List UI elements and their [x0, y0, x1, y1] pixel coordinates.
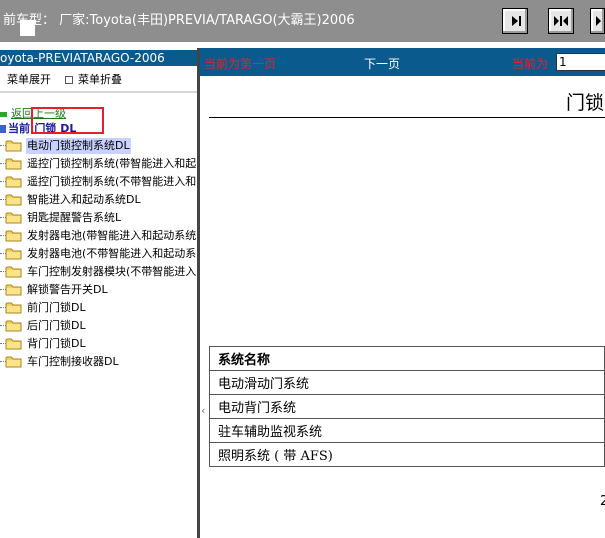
folder-icon [5, 338, 22, 350]
title-rule [209, 117, 605, 118]
tree-item[interactable]: 电动门锁控制系统DL [0, 137, 197, 155]
expand-menu-button[interactable]: 菜单展开 [7, 73, 51, 86]
tree-item-label: 遥控门锁控制系统(带智能进入和起 [27, 157, 197, 170]
tree-item-label: 车门控制发射器模块(不带智能进入 [27, 265, 197, 278]
tree-item[interactable]: 车门控制接收器DL [0, 353, 197, 371]
folder-icon [5, 212, 22, 224]
table-row[interactable]: 电动滑动门系统 [209, 370, 605, 395]
page-nav-bar: 当前为第一页 下一页 当前为 1 [200, 48, 605, 76]
folder-icon [5, 176, 22, 188]
model-title: oyota-PREVIATARAGO-2006 [0, 50, 197, 66]
last-page-button[interactable] [590, 8, 605, 34]
table-row[interactable]: 照明系统 ( 带 AFS) [209, 442, 605, 467]
window-icon [20, 20, 35, 36]
back-icon [0, 111, 7, 117]
folder-icon [5, 230, 22, 242]
tree-item-label: 后门门锁DL [27, 319, 86, 332]
prev-next-icon [554, 16, 568, 26]
pane-splitter[interactable] [197, 48, 200, 538]
tree-item-label: 解锁警告开关DL [27, 283, 108, 296]
tree-item-label: 发射器电池(带智能进入和起动系统 [27, 229, 197, 242]
tree-item-label: 遥控门锁控制系统(不带智能进入和 [27, 175, 197, 188]
tree-item-label: 钥匙提醒警告系统L [27, 211, 122, 224]
tree-item[interactable]: 后门门锁DL [0, 317, 197, 335]
table-cell: 驻车辅助监视系统 [209, 418, 605, 443]
folder-icon [5, 266, 22, 278]
collapse-menu-button[interactable]: 菜单折叠 [78, 73, 122, 86]
page-footer-number: 2 [600, 494, 605, 509]
table-row[interactable]: 驻车辅助监视系统 [209, 418, 605, 443]
system-table: 系统名称 电动滑动门系统 电动背门系统 驻车辅助监视系统 照明系统 ( 带 AF… [209, 346, 605, 467]
table-header-cell: 系统名称 [209, 346, 605, 371]
tree-item[interactable]: 前门门锁DL [0, 299, 197, 317]
folder-icon [5, 248, 22, 260]
divider [0, 91, 197, 93]
current-page-label: 当前为 [512, 57, 549, 71]
folder-icon [5, 194, 22, 206]
tree-item[interactable]: 发射器电池(带智能进入和起动系统 [0, 227, 197, 245]
first-page-link[interactable]: 当前为第一页 [204, 55, 276, 72]
folder-icon [5, 284, 22, 296]
folder-icon [5, 158, 22, 170]
tree-item[interactable]: 解锁警告开关DL [0, 281, 197, 299]
prev-next-button[interactable] [548, 8, 574, 34]
next-page-link[interactable]: 下一页 [364, 55, 400, 72]
tree-item[interactable]: 智能进入和起动系统DL [0, 191, 197, 209]
page-number-input[interactable]: 1 [556, 53, 605, 71]
tree-item-label: 前门门锁DL [27, 301, 86, 314]
table-row[interactable]: 电动背门系统 [209, 394, 605, 419]
table-cell: 电动滑动门系统 [209, 370, 605, 395]
title-bar: 前车型： 厂家:Toyota(丰田)PREVIA/TARAGO(大霸王)2006 [0, 0, 605, 42]
page-title: 前车型： 厂家:Toyota(丰田)PREVIA/TARAGO(大霸王)2006 [3, 13, 355, 28]
tree-item-label: 车门控制接收器DL [27, 355, 119, 368]
tree-item-label: 智能进入和起动系统DL [27, 193, 141, 206]
folder-icon [5, 302, 22, 314]
table-cell: 电动背门系统 [209, 394, 605, 419]
folder-icon [5, 140, 22, 152]
splitter-handle[interactable]: ‹ [201, 404, 205, 417]
book-icon [0, 125, 6, 133]
tree-list: 电动门锁控制系统DL 遥控门锁控制系统(带智能进入和起 遥控门锁控制系统(不带智能进… [0, 137, 197, 371]
tree-item[interactable]: 遥控门锁控制系统(不带智能进入和 [0, 173, 197, 191]
last-page-icon [596, 16, 601, 26]
tree-item-label: 发射器电池(不带智能进入和起动系 [27, 247, 197, 260]
tree-item-label: 背门门锁DL [27, 337, 86, 350]
tree-item[interactable]: 背门门锁DL [0, 335, 197, 353]
tree-menu-controls: 菜单展开 菜单折叠 [7, 71, 122, 87]
first-page-icon [512, 16, 521, 26]
checkbox-icon [65, 76, 73, 84]
tree-item[interactable]: 车门控制发射器模块(不带智能进入 [0, 263, 197, 281]
left-panel: oyota-PREVIATARAGO-2006 菜单展开 菜单折叠 返回上一级 当… [0, 48, 197, 538]
table-header-row: 系统名称 [209, 346, 605, 371]
tree-item[interactable]: 发射器电池(不带智能进入和起动系 [0, 245, 197, 263]
tree-item[interactable]: 遥控门锁控制系统(带智能进入和起 [0, 155, 197, 173]
folder-icon [5, 320, 22, 332]
document-title: 门锁 [566, 92, 605, 114]
folder-icon [5, 356, 22, 368]
first-page-button[interactable] [502, 8, 528, 34]
highlight-box [31, 107, 104, 134]
tree-item[interactable]: 钥匙提醒警告系统L [0, 209, 197, 227]
tree-item-label: 电动门锁控制系统DL [26, 138, 131, 154]
table-cell: 照明系统 ( 带 AFS) [209, 442, 605, 467]
